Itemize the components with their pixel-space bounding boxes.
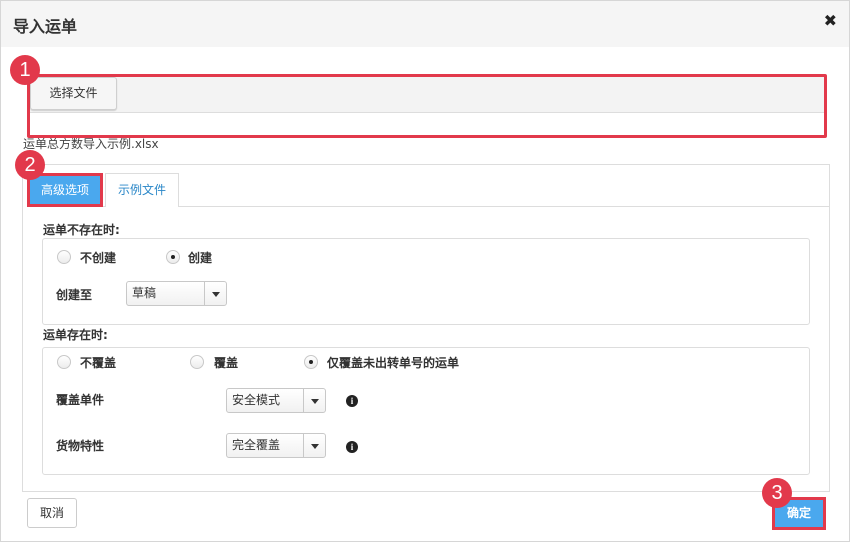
step-badge-3: 3 (762, 478, 792, 508)
radio-overwrite-label: 覆盖 (214, 356, 239, 370)
dialog-header: 导入运单 ✖ (1, 1, 849, 47)
radio-not-create[interactable] (57, 250, 71, 264)
radio-overwrite[interactable] (190, 355, 204, 369)
selected-file-name: 运单总方数导入示例.xlsx (23, 138, 159, 150)
cover-item-value: 安全模式 (232, 393, 281, 407)
radio-overwrite-no-transfer[interactable] (304, 355, 318, 369)
step-badge-2: 2 (15, 150, 45, 180)
radio-create-label: 创建 (188, 251, 213, 265)
cover-item-select[interactable]: 安全模式 (226, 388, 326, 413)
tab-advanced-options[interactable]: 高级选项 (27, 173, 103, 207)
exist-label: 运单存在时: (43, 328, 108, 342)
exist-box: 不覆盖 覆盖 仅覆盖未出转单号的运单 覆盖单件 安全模式 i 货物特性 完全覆盖… (42, 347, 810, 475)
radio-create[interactable] (166, 250, 180, 264)
file-input-row: 选择文件 (30, 77, 824, 113)
not-exist-label: 运单不存在时: (43, 223, 120, 237)
radio-not-overwrite-label: 不覆盖 (80, 356, 117, 370)
chevron-down-icon (204, 282, 226, 305)
create-to-label: 创建至 (56, 288, 93, 302)
chevron-down-icon (303, 434, 325, 457)
dialog-title: 导入运单 (13, 17, 78, 36)
radio-not-create-label: 不创建 (80, 251, 117, 265)
radio-not-overwrite[interactable] (57, 355, 71, 369)
tab-bar: 高级选项 示例文件 (27, 173, 829, 207)
chevron-down-icon (303, 389, 325, 412)
cover-item-label: 覆盖单件 (56, 393, 105, 407)
radio-overwrite-no-transfer-label: 仅覆盖未出转单号的运单 (327, 356, 460, 370)
close-icon[interactable]: ✖ (824, 11, 837, 30)
create-to-value: 草稿 (132, 286, 157, 300)
not-exist-box: 不创建 创建 创建至 草稿 (42, 238, 810, 325)
goods-property-label: 货物特性 (56, 439, 105, 453)
file-upload-area: 选择文件 (27, 74, 827, 138)
tab-sample-file[interactable]: 示例文件 (105, 173, 179, 207)
choose-file-button[interactable]: 选择文件 (30, 77, 117, 110)
info-icon[interactable]: i (346, 441, 358, 453)
create-to-select[interactable]: 草稿 (126, 281, 227, 306)
cancel-button[interactable]: 取消 (27, 498, 77, 528)
goods-property-select[interactable]: 完全覆盖 (226, 433, 326, 458)
import-waybill-dialog: 导入运单 ✖ 选择文件 1 运单总方数导入示例.xlsx 高级选项 示例文件 2… (0, 0, 850, 542)
goods-property-value: 完全覆盖 (232, 438, 281, 452)
info-icon[interactable]: i (346, 395, 358, 407)
step-badge-1: 1 (10, 55, 40, 85)
